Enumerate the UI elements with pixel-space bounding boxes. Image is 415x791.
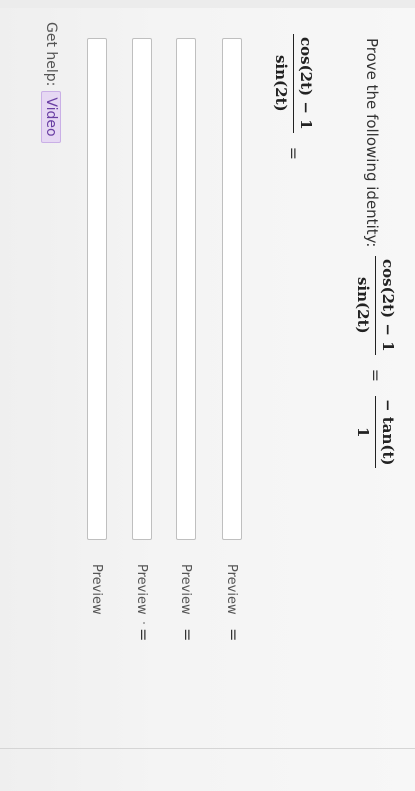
help-label: Get help: (43, 22, 59, 87)
work-start-equals-sign: = (284, 146, 303, 160)
work-start-fraction: cos(2t) − 1 sin(2t) (272, 34, 315, 133)
row-equals-sign: = (224, 628, 243, 642)
question-card: Prove the following identity: cos(2t) − … (0, 0, 415, 749)
work-start-denominator: sin(2t) (272, 54, 290, 112)
identity-rhs-numerator: − tan(t) (375, 396, 397, 469)
preview-button[interactable]: Preview (177, 560, 196, 619)
work-row: Preview (86, 38, 108, 619)
work-start-expression: cos(2t) − 1 sin(2t) = (272, 34, 315, 160)
identity-rhs-fraction: − tan(t) 1 (354, 396, 397, 469)
page: Prove the following identity: cos(2t) − … (0, 0, 415, 791)
answer-input[interactable] (87, 38, 107, 540)
answer-input[interactable] (132, 38, 152, 540)
preview-button[interactable]: Preview (223, 560, 242, 619)
identity-rhs-denominator: 1 (354, 427, 372, 438)
speck (143, 622, 145, 624)
video-help-button[interactable]: Video (41, 91, 61, 143)
preview-button[interactable]: Preview (88, 560, 107, 619)
row-equals-sign: = (134, 628, 153, 642)
identity-expression: cos(2t) − 1 sin(2t) = − tan(t) 1 (354, 256, 397, 469)
identity-lhs-denominator: sin(2t) (354, 276, 372, 334)
identity-lhs-fraction: cos(2t) − 1 sin(2t) (354, 256, 397, 355)
identity-equals-sign: = (366, 368, 385, 382)
work-start-numerator: cos(2t) − 1 (293, 34, 315, 133)
answer-input[interactable] (176, 38, 196, 540)
work-row: Preview (221, 38, 243, 619)
work-row: Preview (131, 38, 153, 619)
help-section: Get help: Video (41, 22, 61, 143)
row-equals-sign: = (178, 628, 197, 642)
answer-input[interactable] (222, 38, 242, 540)
preview-button[interactable]: Preview (133, 560, 152, 619)
identity-lhs-numerator: cos(2t) − 1 (375, 256, 397, 355)
work-row: Preview (175, 38, 197, 619)
question-prompt: Prove the following identity: (363, 38, 381, 248)
